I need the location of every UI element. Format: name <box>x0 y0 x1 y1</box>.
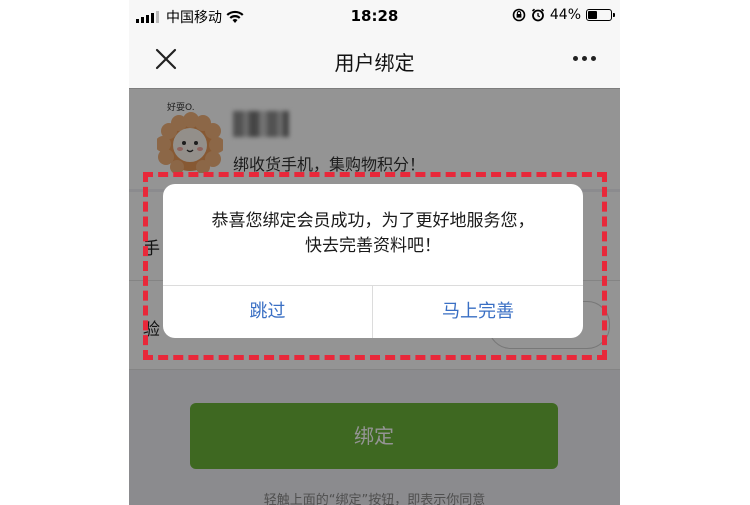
orientation-lock-icon <box>512 8 526 22</box>
highlight-annotation-box <box>143 172 607 360</box>
nav-bar: 用户绑定 <box>129 32 620 89</box>
battery-percent: 44% <box>549 7 581 23</box>
battery-icon <box>586 9 615 21</box>
more-icon[interactable] <box>573 56 596 61</box>
page-title: 用户绑定 <box>334 51 415 75</box>
alarm-icon <box>531 8 544 22</box>
status-bar: 中国移动 18:28 44% <box>129 0 620 32</box>
battery-fill <box>588 11 597 19</box>
